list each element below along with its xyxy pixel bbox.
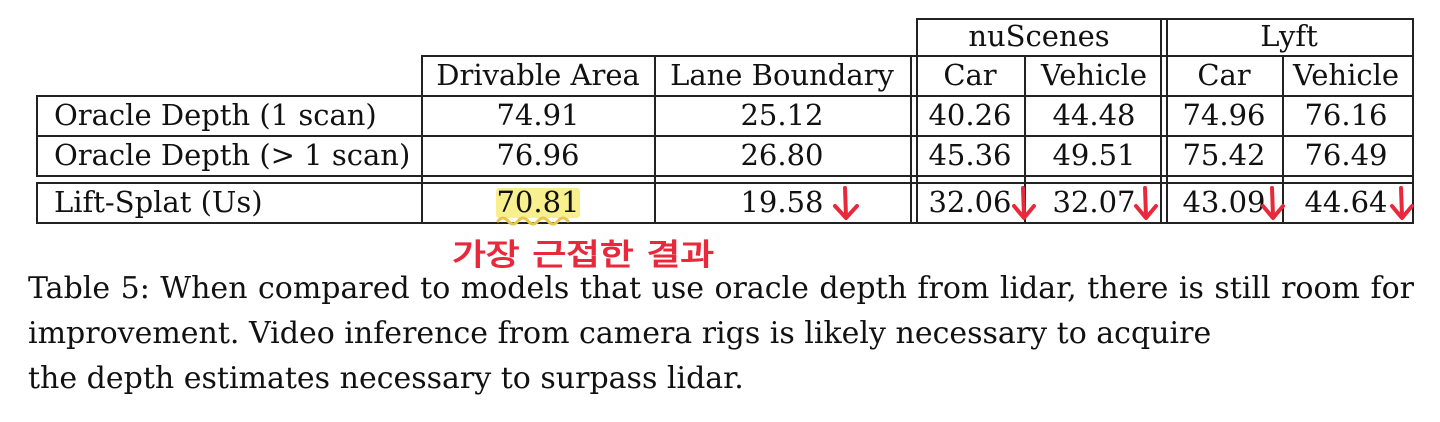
results-table: nuScenes Lyft Drivable Area Lane Boundar… xyxy=(0,0,1440,240)
table-cell: 44.64 xyxy=(1304,185,1388,219)
table-cell: 45.36 xyxy=(928,138,1012,172)
vrule-nus-left-a xyxy=(910,55,912,224)
table-cell: 32.06 xyxy=(928,185,1012,219)
col-header-nuscenes-vehicle: Vehicle xyxy=(1040,58,1148,92)
table-cell: 76.16 xyxy=(1304,98,1388,132)
table-cell: 43.09 xyxy=(1182,185,1266,219)
table-cell: 32.07 xyxy=(1052,185,1136,219)
rule-under-groups xyxy=(916,55,1414,57)
rule-top-header xyxy=(422,55,916,57)
col-header-lane-boundary: Lane Boundary xyxy=(670,58,894,92)
table-cell: 76.96 xyxy=(496,138,580,172)
table-caption: Table 5: When compared to models that us… xyxy=(28,266,1414,356)
table-cell: 75.42 xyxy=(1182,138,1266,172)
col-header-nuscenes-car: Car xyxy=(943,58,997,92)
vrule-left xyxy=(36,95,38,175)
arrow-down-icon xyxy=(833,186,859,220)
rule-row-1 xyxy=(36,135,1414,137)
squiggle-underline xyxy=(496,216,570,226)
row-label: Lift-Splat (Us) xyxy=(54,185,263,219)
caption-last-line: the depth estimates necessary to surpass… xyxy=(28,361,744,396)
table-cell: 76.49 xyxy=(1304,138,1388,172)
rule-row-2 xyxy=(36,175,1414,177)
rule-under-header xyxy=(36,95,1414,97)
row-label: Oracle Depth (> 1 scan) xyxy=(54,138,411,172)
table-cell: 19.58 xyxy=(740,185,824,219)
table-cell: 74.91 xyxy=(496,98,580,132)
table-cell: 25.12 xyxy=(740,98,824,132)
rule-bottom xyxy=(36,222,1414,224)
arrow-down-icon xyxy=(1012,186,1036,220)
vrule-lyft-left-b xyxy=(1166,18,1168,224)
vrule-label xyxy=(421,55,423,224)
rule-row-3-top xyxy=(36,182,1414,184)
arrow-down-icon xyxy=(1390,186,1414,220)
row-label: Oracle Depth (1 scan) xyxy=(54,98,377,132)
table-cell: 74.96 xyxy=(1182,98,1266,132)
col-header-lyft-vehicle: Vehicle xyxy=(1292,58,1400,92)
col-header-lyft-car: Car xyxy=(1197,58,1251,92)
vrule-drivable xyxy=(654,55,656,224)
vrule-nus-left-b xyxy=(916,18,918,224)
table-cell: 40.26 xyxy=(928,98,1012,132)
vrule-left xyxy=(36,182,38,224)
vrule-lyft-left-a xyxy=(1160,18,1162,224)
group-header-nuscenes: nuScenes xyxy=(968,19,1110,53)
caption-text: Table 5: When compared to models that us… xyxy=(28,271,1414,351)
group-header-lyft: Lyft xyxy=(1260,19,1318,53)
table-cell: 44.48 xyxy=(1052,98,1136,132)
arrow-down-icon xyxy=(1134,186,1158,220)
col-header-drivable-area: Drivable Area xyxy=(436,58,640,92)
table-cell: 26.80 xyxy=(740,138,824,172)
table-cell: 49.51 xyxy=(1052,138,1136,172)
arrow-down-icon xyxy=(1261,186,1285,220)
